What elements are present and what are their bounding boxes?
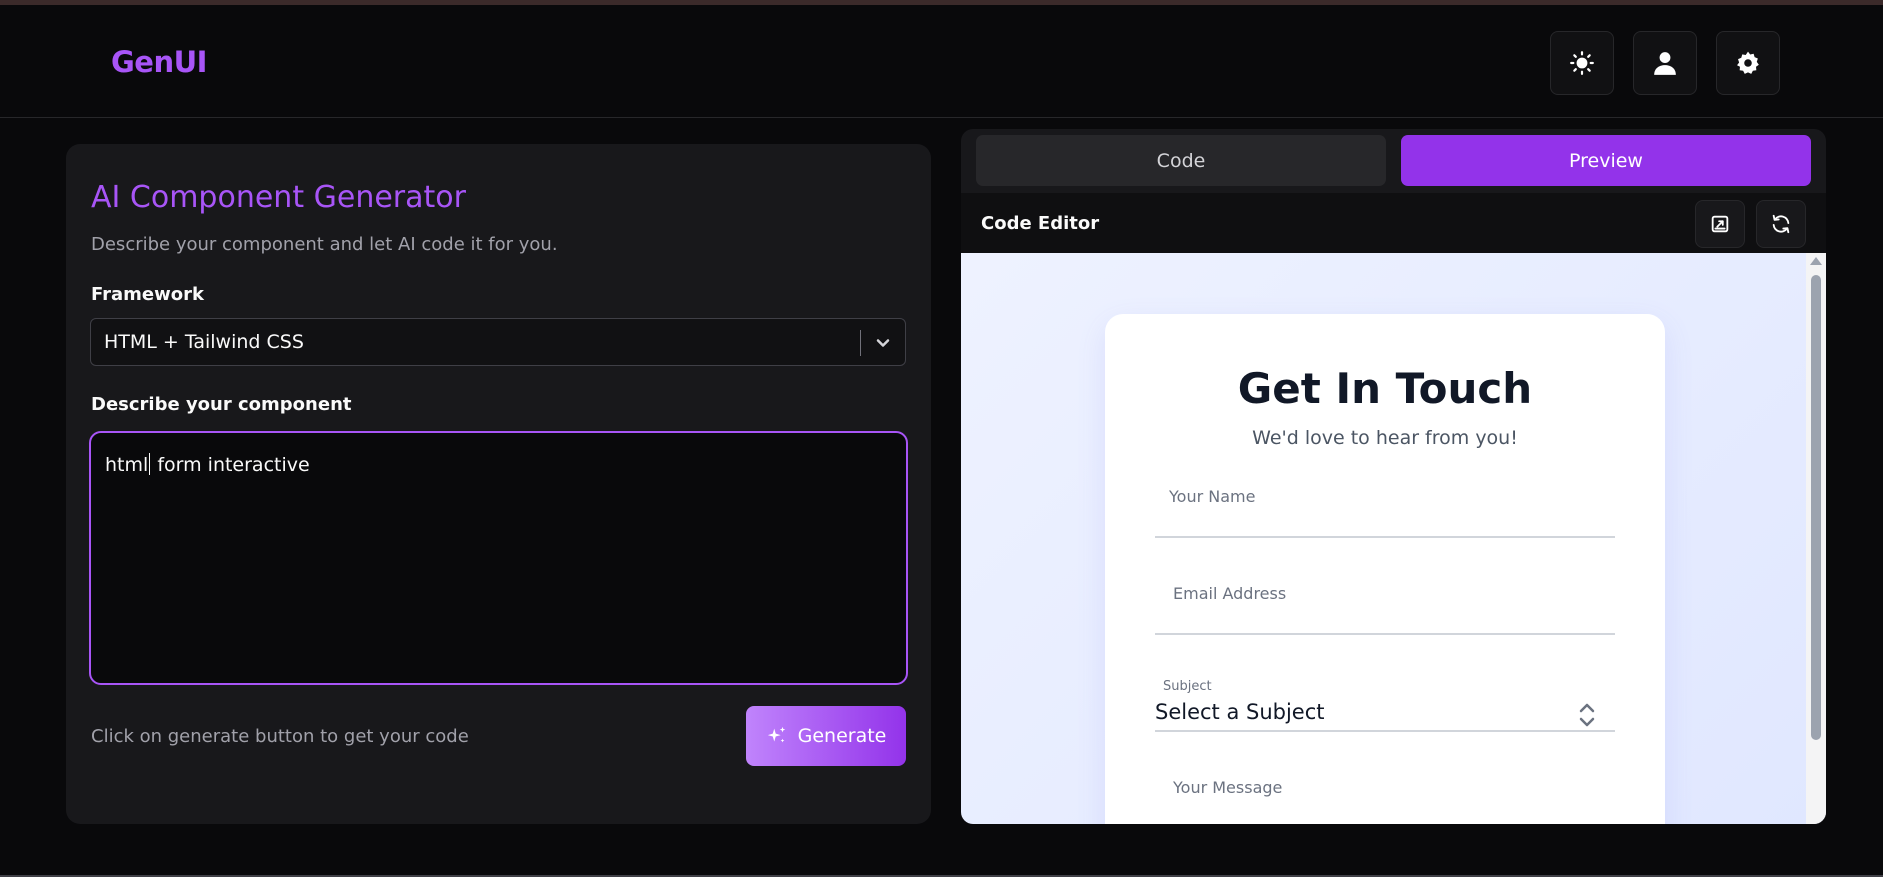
generator-panel: AI Component Generator Describe your com… (66, 144, 931, 824)
generate-button[interactable]: Generate (746, 706, 906, 766)
generator-title: AI Component Generator (91, 180, 466, 215)
select-separator (860, 330, 861, 356)
user-icon (1654, 52, 1676, 75)
contact-form-card: Get In Touch We'd love to hear from you!… (1105, 314, 1665, 824)
open-external-icon (1711, 215, 1729, 233)
form-heading: Get In Touch (1237, 364, 1533, 413)
message-placeholder: Your Message (1173, 778, 1283, 797)
app-header: GenUI (0, 5, 1883, 118)
generate-button-label: Generate (797, 725, 887, 747)
output-panel: Code Preview Code Editor Get In Touch We… (961, 129, 1826, 824)
refresh-button[interactable] (1756, 200, 1806, 248)
subject-select[interactable]: Subject Select a Subject (1155, 670, 1615, 732)
subject-label: Subject (1163, 679, 1212, 694)
settings-button[interactable] (1716, 31, 1780, 95)
sun-icon (1570, 51, 1594, 75)
generate-hint: Click on generate button to get your cod… (91, 726, 469, 747)
form-tagline: We'd love to hear from you! (1252, 427, 1518, 449)
subject-value: Select a Subject (1155, 700, 1325, 724)
profile-button[interactable] (1633, 31, 1697, 95)
name-placeholder: Your Name (1169, 487, 1256, 506)
gear-icon (1737, 51, 1759, 74)
theme-toggle-button[interactable] (1550, 31, 1614, 95)
sparkles-icon (767, 726, 785, 743)
refresh-icon (1772, 214, 1790, 234)
scroll-up-arrow-icon[interactable] (1810, 257, 1822, 265)
preview-frame[interactable]: Get In Touch We'd love to hear from you!… (961, 253, 1826, 824)
framework-select[interactable]: HTML + Tailwind CSS (90, 318, 906, 366)
editor-title: Code Editor (981, 213, 1100, 234)
describe-label: Describe your component (91, 394, 352, 415)
open-external-button[interactable] (1695, 200, 1745, 248)
component-description-text: html form interactive (105, 453, 310, 476)
message-field[interactable]: Your Message (1155, 767, 1615, 824)
tab-preview[interactable]: Preview (1401, 135, 1811, 186)
app-logo[interactable]: GenUI (111, 45, 207, 79)
email-field[interactable]: Email Address (1155, 573, 1615, 635)
scrollbar-thumb[interactable] (1811, 275, 1821, 740)
framework-select-value: HTML + Tailwind CSS (104, 331, 304, 353)
editor-toolbar: Code Editor (961, 193, 1826, 253)
tab-code[interactable]: Code (976, 135, 1386, 186)
select-updown-icon (1579, 703, 1595, 727)
generator-subtitle: Describe your component and let AI code … (91, 234, 558, 255)
chevron-down-icon[interactable] (873, 333, 893, 353)
email-placeholder: Email Address (1173, 584, 1287, 603)
component-description-input[interactable]: html form interactive (89, 431, 908, 685)
name-field[interactable]: Your Name (1155, 476, 1615, 538)
preview-scrollbar[interactable] (1806, 253, 1826, 824)
framework-label: Framework (91, 284, 204, 305)
